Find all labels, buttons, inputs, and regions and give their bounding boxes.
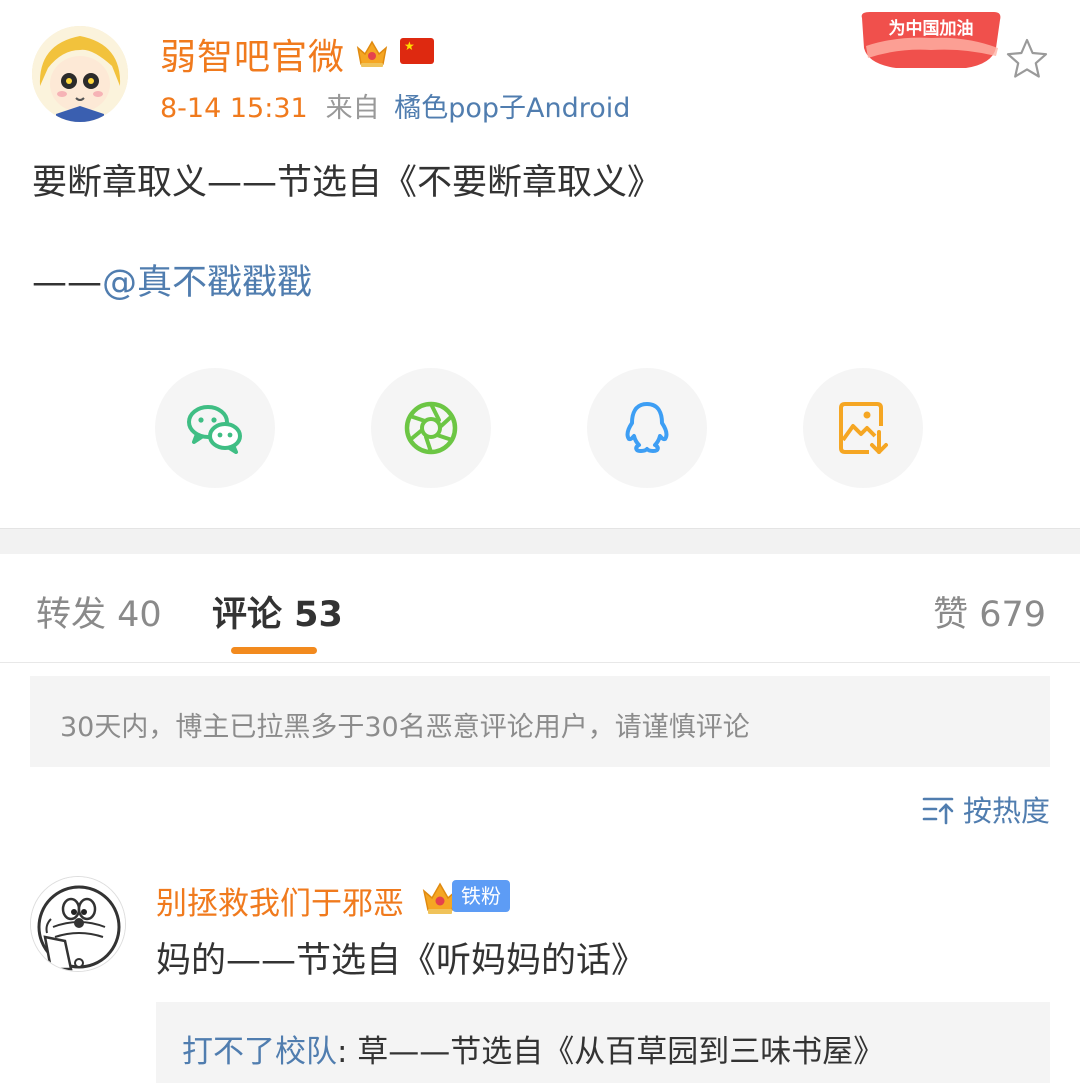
cheer-badge-text: 为中国加油 <box>889 18 974 39</box>
post-time: 8-14 15:31 <box>160 93 308 124</box>
tab-repost[interactable]: 转发 40 <box>36 586 162 637</box>
save-image-button[interactable] <box>803 368 923 488</box>
comment-notice: 30天内，博主已拉黑多于30名恶意评论用户，请谨慎评论 <box>30 676 1050 767</box>
cheer-badge[interactable]: 为中国加油 <box>856 8 1006 74</box>
sort-icon <box>922 797 954 825</box>
source-prefix: 来自 <box>325 93 380 124</box>
reply-text: : 草——节选自《从百草园到三味书屋》 <box>337 1034 885 1070</box>
author-avatar[interactable] <box>32 26 128 122</box>
share-qq-button[interactable] <box>587 368 707 488</box>
tab-likes[interactable]: 赞 679 <box>933 586 1046 637</box>
reply-line: 打不了校队: 草——节选自《从百草园到三味书屋》 <box>182 1026 884 1071</box>
reply-preview[interactable]: 打不了校队: 草——节选自《从百草园到三味书屋》 <box>156 1002 1050 1083</box>
credit-dash: —— <box>32 263 102 303</box>
reply-user[interactable]: 打不了校队 <box>182 1034 337 1070</box>
comment-notice-text: 30天内，博主已拉黑多于30名恶意评论用户，请谨慎评论 <box>60 712 750 743</box>
moments-icon <box>404 401 458 455</box>
china-flag-icon: ★ <box>400 38 434 64</box>
favorite-star-icon[interactable] <box>1004 36 1050 82</box>
post-header: 弱智吧官微 ★ 8-14 15:31 来自 橘色pop子Android 为中国加油 <box>0 0 1080 130</box>
vip-crown-icon <box>356 40 388 67</box>
comment-text: 妈的——节选自《听妈妈的话》 <box>156 941 647 981</box>
section-divider <box>0 528 1080 554</box>
post-source[interactable]: 橘色pop子Android <box>394 93 630 124</box>
post-credit: ——@真不戳戳戳 <box>32 254 312 305</box>
author-name[interactable]: 弱智吧官微 <box>160 28 345 80</box>
iron-fan-badge: 铁粉 <box>452 880 510 912</box>
sort-label: 按热度 <box>962 794 1050 828</box>
share-moments-button[interactable] <box>371 368 491 488</box>
tab-comments[interactable]: 评论 53 <box>212 586 343 637</box>
sort-by-hot-button[interactable]: 按热度 <box>921 788 1050 830</box>
commenter-avatar[interactable] <box>30 876 126 972</box>
wechat-icon <box>187 405 242 454</box>
commenter-name[interactable]: 别拯救我们于邪恶 <box>156 878 404 923</box>
share-wechat-button[interactable] <box>155 368 275 488</box>
post-meta: 8-14 15:31 来自 橘色pop子Android <box>160 86 630 125</box>
tab-bar-border <box>0 662 1080 663</box>
credit-mention-link[interactable]: @真不戳戳戳 <box>102 263 312 303</box>
post-text: 要断章取义——节选自《不要断章取义》 <box>32 163 663 203</box>
qq-icon <box>625 402 669 453</box>
save-image-icon <box>839 402 888 454</box>
active-tab-indicator <box>231 647 317 654</box>
